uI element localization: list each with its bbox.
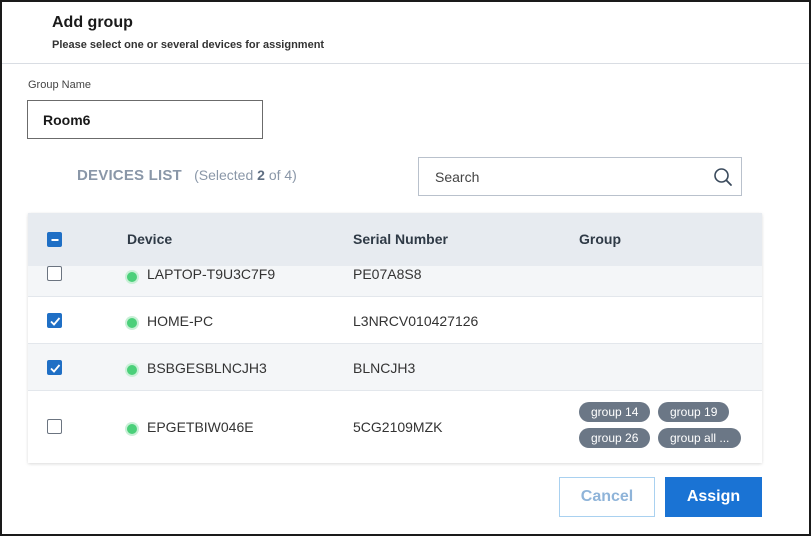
status-online-icon — [127, 318, 137, 328]
table-row[interactable]: BSBGESBLNCJH3 BLNCJH3 — [28, 344, 762, 391]
serial-number: L3NRCV010427126 — [353, 313, 479, 329]
selected-number: 2 — [257, 167, 265, 183]
row-checkbox[interactable] — [47, 313, 62, 328]
assign-button[interactable]: Assign — [665, 477, 762, 517]
select-all-checkbox[interactable] — [47, 232, 62, 247]
device-name: LAPTOP-T9U3C7F9 — [147, 266, 276, 282]
column-group[interactable]: Group — [579, 231, 621, 247]
column-device[interactable]: Device — [127, 231, 172, 247]
search-icon[interactable] — [713, 167, 733, 187]
serial-number: PE07A8S8 — [353, 266, 422, 282]
group-name-input[interactable] — [27, 100, 263, 139]
device-name: HOME-PC — [147, 313, 214, 329]
column-serial-number[interactable]: Serial Number — [353, 231, 448, 247]
status-online-icon — [127, 365, 137, 375]
group-tag: group 19 — [658, 402, 730, 422]
device-name: EPGETBIW046E — [147, 419, 254, 435]
device-name: BSBGESBLNCJH3 — [147, 360, 267, 376]
group-tag[interactable]: group all ... — [658, 428, 742, 448]
devices-list-title: DEVICES LIST — [77, 167, 182, 184]
serial-number: 5CG2109MZK — [353, 419, 443, 435]
devices-list-heading: DEVICES LIST (Selected 2 of 4) — [77, 167, 297, 184]
serial-number: BLNCJH3 — [353, 360, 416, 376]
status-online-icon — [127, 424, 137, 434]
selected-prefix: (Selected — [194, 167, 254, 183]
group-tag: group 14 — [579, 402, 651, 422]
table-row[interactable]: HOME-PC L3NRCV010427126 — [28, 297, 762, 344]
search-box — [418, 157, 742, 196]
cancel-button[interactable]: Cancel — [559, 477, 655, 517]
devices-table: Device Serial Number Group LAPTOP-T9U3C7… — [28, 213, 762, 463]
row-checkbox[interactable] — [47, 266, 62, 281]
search-input[interactable] — [419, 158, 709, 195]
table-row[interactable]: EPGETBIW046E 5CG2109MZK group 14 group 1… — [28, 391, 762, 463]
group-name-label: Group Name — [28, 79, 91, 91]
table-header: Device Serial Number Group — [28, 213, 762, 266]
group-tag: group 26 — [579, 428, 651, 448]
dialog-header: Add group Please select one or several d… — [2, 2, 809, 64]
dialog-title: Add group — [52, 14, 133, 31]
selected-suffix: of 4) — [268, 167, 297, 183]
status-online-icon — [127, 272, 137, 282]
row-checkbox[interactable] — [47, 360, 62, 375]
selected-count: (Selected 2 of 4) — [194, 167, 297, 183]
add-group-dialog: Add group Please select one or several d… — [0, 0, 811, 536]
row-checkbox[interactable] — [47, 419, 62, 434]
dialog-subtitle: Please select one or several devices for… — [52, 39, 325, 51]
table-row[interactable]: LAPTOP-T9U3C7F9 PE07A8S8 — [28, 266, 762, 297]
